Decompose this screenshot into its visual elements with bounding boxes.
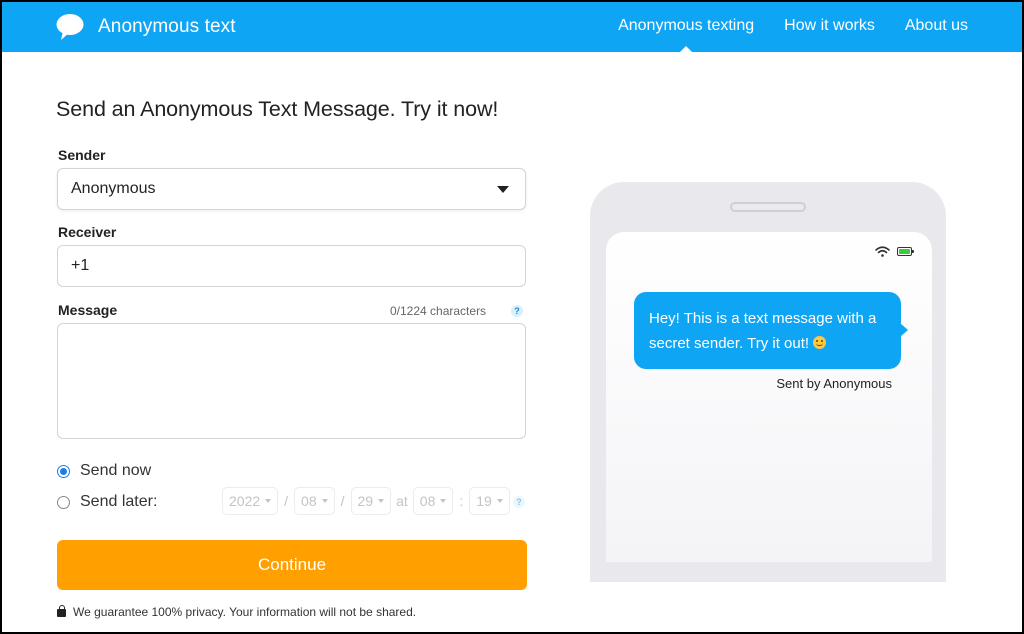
month-select[interactable]: 08 xyxy=(294,487,335,515)
site-header: Anonymous text Anonymous texting How it … xyxy=(2,2,1022,53)
send-later-option[interactable]: Send later: xyxy=(57,493,157,511)
receiver-label: Receiver xyxy=(58,224,117,240)
sender-select[interactable]: Anonymous xyxy=(57,168,526,210)
sender-label: Sender xyxy=(58,147,106,163)
date-separator: / xyxy=(284,493,289,509)
bubble-text: Hey! This is a text message with a secre… xyxy=(649,310,877,352)
receiver-input[interactable]: +1 xyxy=(57,245,526,287)
browser-page: Anonymous text Anonymous texting How it … xyxy=(2,2,1022,632)
send-now-radio[interactable] xyxy=(57,464,70,478)
brand-name: Anonymous text xyxy=(98,16,236,37)
phone-preview: Hey! This is a text message with a secre… xyxy=(590,182,946,582)
hour-select[interactable]: 08 xyxy=(412,487,454,515)
at-label: at xyxy=(396,493,408,509)
receiver-value: +1 xyxy=(71,257,90,274)
send-later-label: Send later: xyxy=(80,493,158,510)
nav-anonymous-texting[interactable]: Anonymous texting xyxy=(618,2,754,53)
caret-down-icon xyxy=(497,186,509,193)
time-separator: : xyxy=(459,493,464,509)
phone-speaker xyxy=(730,202,806,212)
caret-down-icon xyxy=(440,499,447,503)
sender-value: Anonymous xyxy=(71,180,156,197)
caret-down-icon xyxy=(265,499,272,503)
minute-select[interactable]: 19 xyxy=(469,487,510,515)
smile-emoji-icon xyxy=(813,336,827,349)
nav-how-it-works[interactable]: How it works xyxy=(784,2,875,52)
sent-by-label: Sent by Anonymous xyxy=(776,376,892,391)
help-icon[interactable]: ? xyxy=(513,496,525,508)
main-nav: Anonymous texting How it works About us xyxy=(588,2,968,53)
message-bubble: Hey! This is a text message with a secre… xyxy=(634,292,908,369)
help-icon[interactable]: ? xyxy=(511,305,523,317)
lock-icon xyxy=(57,605,66,617)
caret-down-icon xyxy=(378,499,385,503)
status-bar xyxy=(875,246,914,257)
message-textarea[interactable] xyxy=(57,323,526,439)
caret-down-icon xyxy=(496,499,503,503)
send-now-label: Send now xyxy=(80,462,152,479)
privacy-text: We guarantee 100% privacy. Your informat… xyxy=(73,605,417,619)
date-separator: / xyxy=(340,493,345,509)
nav-about-us[interactable]: About us xyxy=(905,2,968,52)
schedule-datetime: 2022 / 08 / 29 at 08 : 19 xyxy=(222,487,510,515)
send-now-option[interactable]: Send now xyxy=(57,462,151,480)
privacy-note: We guarantee 100% privacy. Your informat… xyxy=(57,605,416,619)
message-label: Message xyxy=(58,302,118,318)
caret-down-icon xyxy=(321,499,328,503)
send-later-radio[interactable] xyxy=(57,495,70,509)
brand-logo[interactable]: Anonymous text xyxy=(56,13,236,41)
speech-bubble-icon xyxy=(56,14,84,40)
continue-button[interactable]: Continue xyxy=(57,540,527,590)
year-select[interactable]: 2022 xyxy=(222,487,279,515)
battery-icon xyxy=(897,247,914,256)
day-select[interactable]: 29 xyxy=(350,487,392,515)
phone-screen: Hey! This is a text message with a secre… xyxy=(606,232,932,562)
wifi-icon xyxy=(875,246,890,257)
page-title: Send an Anonymous Text Message. Try it n… xyxy=(56,97,499,121)
character-counter: 0/1224 characters xyxy=(390,304,487,318)
